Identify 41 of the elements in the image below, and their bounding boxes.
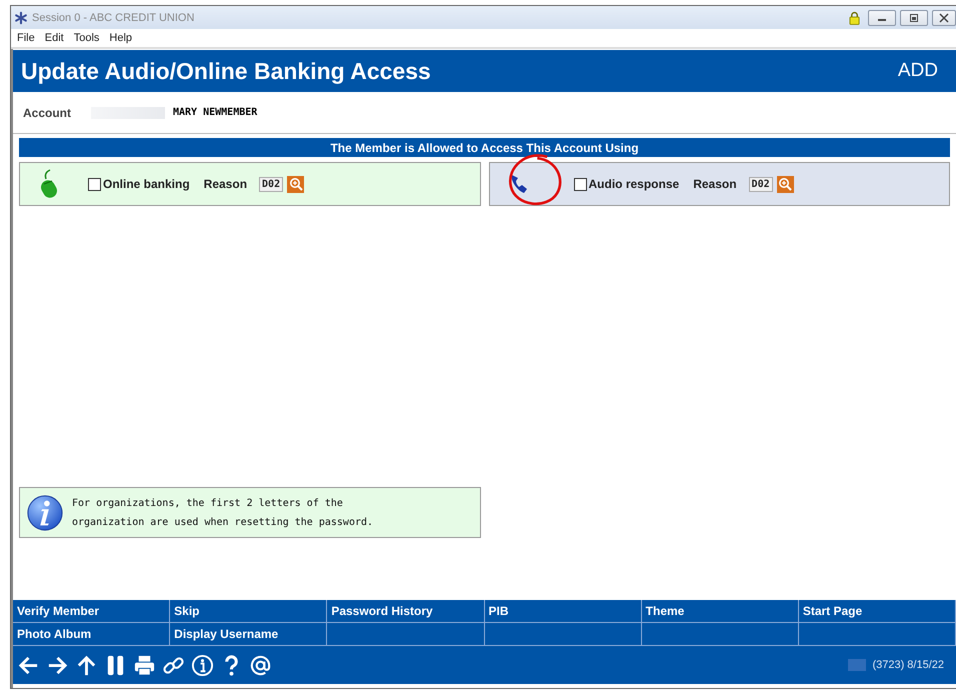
checkbox[interactable] xyxy=(88,178,101,190)
function-button[interactable]: Theme xyxy=(642,600,799,623)
close-button[interactable] xyxy=(932,10,956,26)
minimize-button[interactable] xyxy=(868,10,896,26)
function-button[interactable]: Verify Member xyxy=(13,600,170,623)
reason-code-field[interactable]: D02 xyxy=(748,176,773,192)
asterisk-logo-icon xyxy=(14,10,28,24)
close-icon[interactable] xyxy=(939,12,949,22)
info-text: For organizations, the first 2 letters of the xyxy=(72,496,344,510)
reason-code-field[interactable]: D02 xyxy=(259,176,284,192)
lookup-button[interactable] xyxy=(776,176,794,192)
restore-button[interactable] xyxy=(900,10,928,26)
status-text: (3723) 8/15/22 xyxy=(872,659,945,671)
reason-label: Reason xyxy=(693,177,737,191)
printer-icon[interactable] xyxy=(133,654,156,676)
account-label: Account xyxy=(23,106,71,120)
menu-item[interactable]: Edit xyxy=(44,32,64,44)
function-button[interactable]: Photo Album xyxy=(13,623,170,646)
function-button[interactable]: PIB xyxy=(484,600,642,623)
section-header: The Member is Allowed to Access This Account Using xyxy=(19,138,950,157)
function-button[interactable]: Start Page xyxy=(798,600,956,623)
email-at-icon[interactable] xyxy=(249,654,272,676)
mode-label: ADD xyxy=(898,60,938,82)
member-name: MARY NEWMEMBER xyxy=(173,107,258,118)
info-icon xyxy=(26,494,64,532)
checkbox[interactable] xyxy=(574,178,586,190)
lookup-button[interactable] xyxy=(287,176,304,192)
menu-item[interactable]: File xyxy=(17,32,35,44)
restore-icon[interactable] xyxy=(909,12,919,22)
redacted-field xyxy=(848,659,866,671)
reason-label: Reason xyxy=(204,177,248,191)
up-arrow-icon[interactable] xyxy=(75,654,98,676)
function-button[interactable]: Password History xyxy=(327,600,484,623)
menu-item[interactable]: Tools xyxy=(74,32,100,44)
info-icon[interactable] xyxy=(191,654,214,676)
page-title: Update Audio/Online Banking Access xyxy=(21,58,431,84)
menu-item[interactable]: Help xyxy=(109,32,132,44)
function-button[interactable]: Display Username xyxy=(170,623,328,646)
window-title: Session 0 - ABC CREDIT UNION xyxy=(32,12,194,24)
function-button[interactable]: Skip xyxy=(170,600,328,623)
info-text: organization are used when resetting the password. xyxy=(72,516,374,530)
